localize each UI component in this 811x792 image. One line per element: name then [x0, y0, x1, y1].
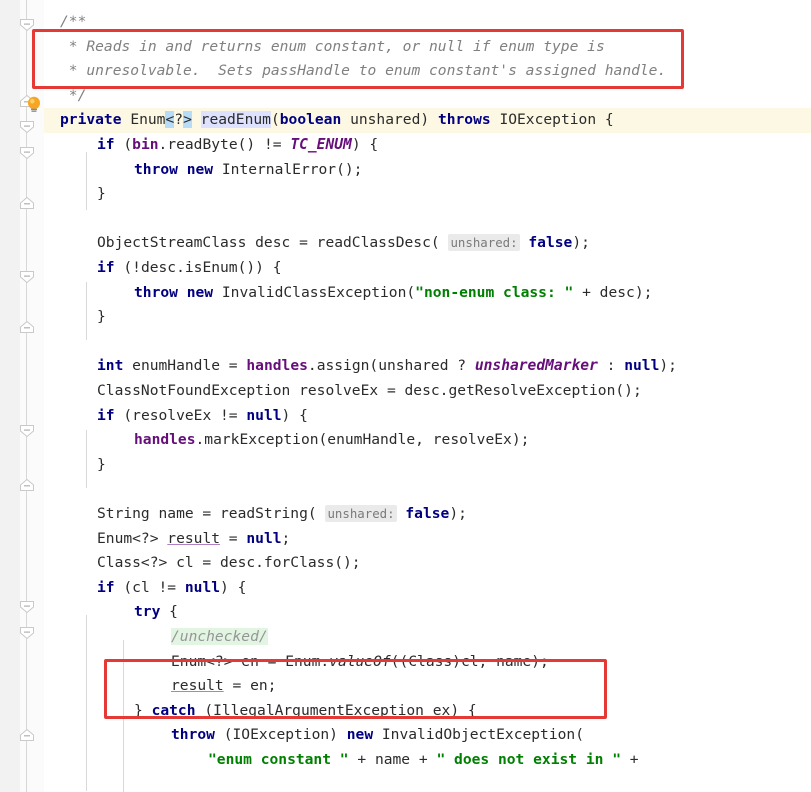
code-line-text: ClassNotFoundException resolveEx = desc.…	[97, 382, 642, 399]
code-line-text: try {	[134, 603, 178, 621]
code-line-text: handles.markException(enumHandle, resolv…	[134, 431, 530, 449]
code-line[interactable]: if (cl != null) {	[44, 576, 811, 601]
code-line[interactable]: throw new InternalError();	[44, 158, 811, 183]
code-line[interactable]: "enum constant " + name + " does not exi…	[44, 748, 811, 773]
fold-collapse-icon[interactable]	[19, 18, 35, 32]
code-line[interactable]: }	[44, 305, 811, 330]
code-line-text: throw new InternalError();	[134, 160, 363, 178]
code-line[interactable]: result = en;	[44, 674, 811, 699]
code-line-text: private Enum<?> readEnum(boolean unshare…	[60, 111, 614, 129]
code-line[interactable]: if (!desc.isEnum()) {	[44, 256, 811, 281]
code-line[interactable]: /**	[44, 10, 811, 35]
code-line-text: throw new InvalidClassException("non-enu…	[134, 283, 653, 301]
indent-guide	[86, 430, 87, 488]
code-line[interactable]: Class<?> cl = desc.forClass();	[44, 551, 811, 576]
code-line[interactable]: handles.markException(enumHandle, resolv…	[44, 428, 811, 453]
code-line[interactable]: if (bin.readByte() != TC_ENUM) {	[44, 133, 811, 158]
code-line-text: result = en;	[171, 677, 277, 695]
fold-collapse-icon[interactable]	[19, 146, 35, 160]
code-line[interactable]: * Reads in and returns enum constant, or…	[44, 35, 811, 60]
code-line-text: }	[97, 308, 106, 326]
code-line[interactable]: ObjectStreamClass desc = readClassDesc( …	[44, 231, 811, 256]
code-line-text: */	[60, 86, 87, 104]
editor-gutter[interactable]	[0, 0, 44, 792]
lightbulb-intention-icon[interactable]	[25, 95, 43, 115]
fold-end-icon[interactable]	[19, 196, 35, 210]
gutter-annotation-band	[0, 0, 20, 792]
code-line[interactable]: private Enum<?> readEnum(boolean unshare…	[44, 108, 811, 133]
code-line[interactable]: * unresolvable. Sets passHandle to enum …	[44, 59, 811, 84]
code-line[interactable]: }	[44, 453, 811, 478]
code-line-text: if (resolveEx != null) {	[97, 406, 308, 424]
code-line[interactable]: try {	[44, 600, 811, 625]
code-line[interactable]: Enum<?> result = null;	[44, 527, 811, 552]
code-line[interactable]	[44, 330, 811, 355]
code-line[interactable]: ClassNotFoundException resolveEx = desc.…	[44, 379, 811, 404]
code-line-text: * unresolvable. Sets passHandle to enum …	[60, 62, 667, 80]
code-line[interactable]: Enum<?> en = Enum.valueOf((Class)cl, nam…	[44, 650, 811, 675]
fold-end-icon[interactable]	[19, 728, 35, 742]
code-line[interactable]: String name = readString( unshared: fals…	[44, 502, 811, 527]
code-line-text: Enum<?> result = null;	[97, 529, 291, 547]
fold-collapse-icon[interactable]	[19, 600, 35, 614]
code-line[interactable]: throw (IOException) new InvalidObjectExc…	[44, 723, 811, 748]
fold-collapse-icon[interactable]	[19, 270, 35, 284]
code-line-text: "enum constant " + name + " does not exi…	[208, 751, 639, 768]
code-line-text: }	[97, 185, 106, 203]
code-line-text: int enumHandle = handles.assign(unshared…	[97, 357, 677, 375]
code-line[interactable]: }	[44, 182, 811, 207]
code-line-text: } catch (IllegalArgumentException ex) {	[134, 701, 477, 719]
code-line[interactable]: } catch (IllegalArgumentException ex) {	[44, 699, 811, 724]
indent-guide	[123, 640, 124, 792]
indent-guide	[86, 282, 87, 340]
code-editor[interactable]: /** * Reads in and returns enum constant…	[0, 0, 811, 792]
code-line-text: ObjectStreamClass desc = readClassDesc( …	[97, 234, 590, 252]
code-line[interactable]: */	[44, 84, 811, 109]
code-line-text: * Reads in and returns enum constant, or…	[60, 37, 605, 55]
code-content[interactable]: /** * Reads in and returns enum constant…	[44, 0, 811, 792]
code-line-text: if (!desc.isEnum()) {	[97, 259, 282, 276]
code-line-text: Class<?> cl = desc.forClass();	[97, 554, 361, 572]
code-line-text: Enum<?> en = Enum.valueOf((Class)cl, nam…	[171, 652, 549, 670]
code-line[interactable]	[44, 477, 811, 502]
code-line-text: if (bin.readByte() != TC_ENUM) {	[97, 136, 379, 153]
fold-collapse-icon[interactable]	[19, 626, 35, 640]
fold-end-icon[interactable]	[19, 320, 35, 334]
code-line-text: throw (IOException) new InvalidObjectExc…	[171, 726, 584, 744]
code-line[interactable]: throw new InvalidClassException("non-enu…	[44, 281, 811, 306]
code-line-text: /**	[60, 13, 87, 30]
fold-end-icon[interactable]	[19, 478, 35, 492]
code-line-text: if (cl != null) {	[97, 578, 247, 596]
indent-guide	[86, 152, 87, 210]
code-line-text: /unchecked/	[171, 628, 268, 645]
indent-guide	[86, 615, 87, 791]
code-line[interactable]	[44, 207, 811, 232]
code-line[interactable]: int enumHandle = handles.assign(unshared…	[44, 354, 811, 379]
code-line[interactable]: /unchecked/	[44, 625, 811, 650]
fold-collapse-icon[interactable]	[19, 424, 35, 438]
code-line-text: String name = readString( unshared: fals…	[97, 505, 467, 522]
fold-region-rail	[26, 0, 27, 792]
code-line-text: }	[97, 455, 106, 473]
code-line[interactable]: if (resolveEx != null) {	[44, 404, 811, 429]
fold-collapse-icon[interactable]	[19, 120, 35, 134]
